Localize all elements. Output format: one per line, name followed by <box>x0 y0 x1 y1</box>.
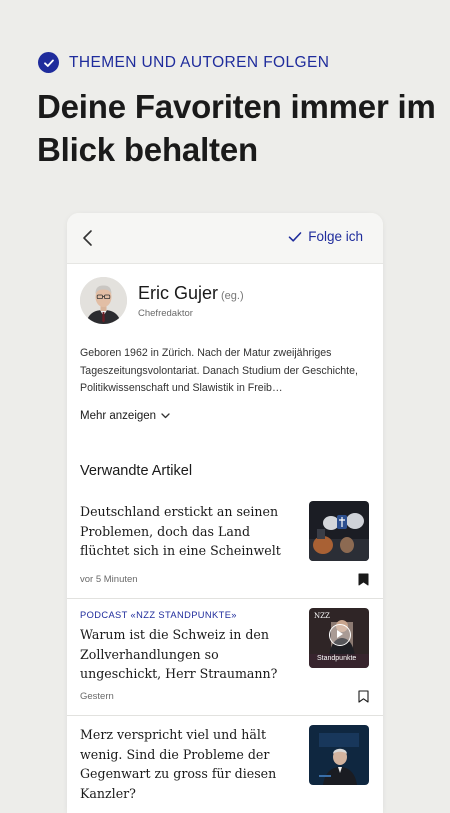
show-more-button[interactable]: Mehr anzeigen <box>80 410 170 422</box>
author-role: Chefredaktor <box>138 308 193 319</box>
podcast-logo: NZZ <box>314 612 330 620</box>
back-button[interactable] <box>79 227 99 249</box>
article-card[interactable]: Merz verspricht viel und hält wenig. Sin… <box>67 716 383 813</box>
promo-badge: THEMEN UND AUTOREN FOLGEN <box>38 52 329 73</box>
checkmark-icon <box>288 231 302 242</box>
author-name: Eric Gujer (eg.) <box>138 283 244 304</box>
article-kicker: PODCAST «NZZ STANDPUNKTE» <box>80 610 237 620</box>
article-title: Merz verspricht viel und hält wenig. Sin… <box>80 727 277 801</box>
follow-button[interactable]: Folge ich <box>288 229 363 244</box>
check-circle-icon <box>38 52 59 73</box>
author-name-text: Eric Gujer <box>138 283 219 303</box>
author-bio: Geboren 1962 in Zürich. Nach der Matur z… <box>80 347 358 394</box>
article-thumbnail <box>309 501 369 561</box>
article-thumbnail: NZZ Standpunkte <box>309 608 369 668</box>
author-suffix: (eg.) <box>221 290 244 302</box>
article-timestamp: vor 5 Minuten <box>80 574 138 585</box>
top-bar: Folge ich <box>67 213 383 264</box>
article-timestamp: Gestern <box>80 691 114 702</box>
app-screen: Folge ich Eric Gujer (eg.) Chefredaktor G… <box>67 213 383 813</box>
article-card[interactable]: Deutschland erstickt an seinen Problemen… <box>67 498 383 598</box>
chevron-left-icon <box>83 230 92 246</box>
promo-badge-label: THEMEN UND AUTOREN FOLGEN <box>69 53 330 71</box>
bookmark-outline-icon[interactable] <box>358 690 369 703</box>
article-card[interactable]: PODCAST «NZZ STANDPUNKTE» Warum ist die … <box>67 599 383 715</box>
article-thumbnail <box>309 725 369 785</box>
show-more-label: Mehr anzeigen <box>80 410 157 422</box>
podcast-caption: Standpunkte <box>317 655 357 662</box>
follow-button-label: Folge ich <box>308 229 363 244</box>
promo-headline: Deine Favoriten immer im Blick behalten <box>37 88 436 168</box>
bookmark-filled-icon[interactable] <box>358 573 369 586</box>
author-avatar <box>80 277 127 324</box>
related-articles-heading: Verwandte Artikel <box>80 463 193 479</box>
chevron-down-icon <box>161 413 170 419</box>
play-icon[interactable] <box>329 624 351 646</box>
article-title: Warum ist die Schweiz in den Zollverhand… <box>80 627 278 681</box>
article-title: Deutschland erstickt an seinen Problemen… <box>80 504 281 558</box>
